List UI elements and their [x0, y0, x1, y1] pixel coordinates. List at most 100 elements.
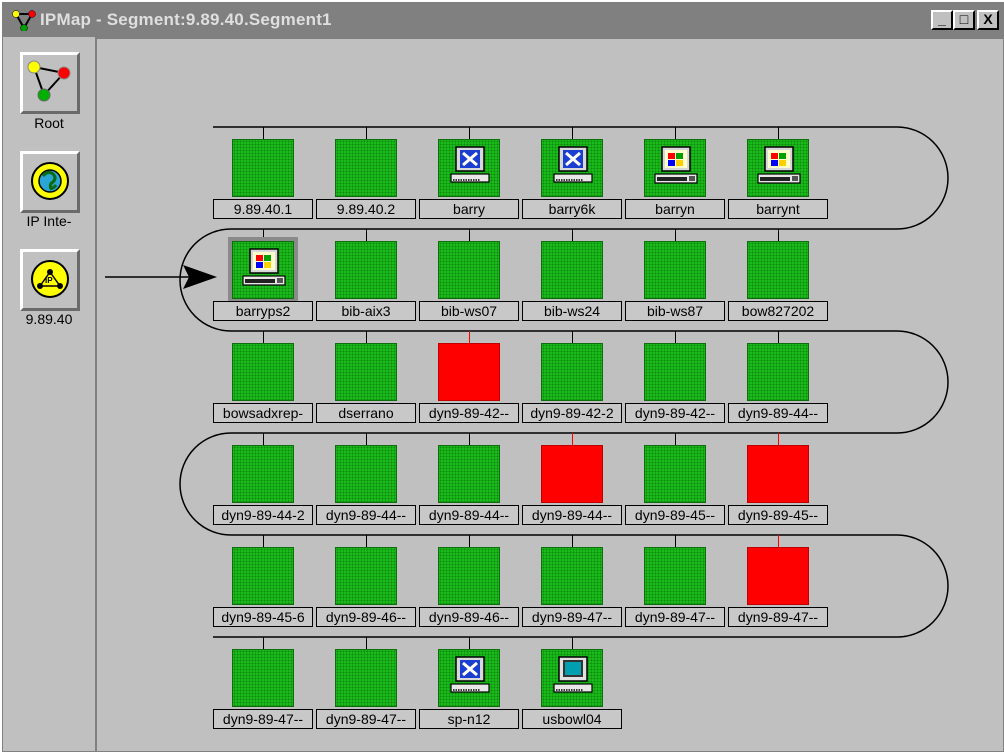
node-connector	[572, 331, 573, 343]
node-label[interactable]: dyn9-89-47--	[625, 607, 725, 627]
network-node[interactable]	[541, 445, 603, 503]
node-label[interactable]: 9.89.40.1	[213, 199, 313, 219]
root-nav-button[interactable]	[20, 52, 80, 114]
window-title: IPMap - Segment:9.89.40.Segment1	[40, 10, 332, 29]
node-label[interactable]: dyn9-89-45--	[625, 505, 725, 525]
network-node[interactable]	[438, 241, 500, 299]
node-label[interactable]: dyn9-89-42-2	[522, 403, 622, 423]
node-connector	[469, 127, 470, 139]
node-label[interactable]: dyn9-89-42--	[625, 403, 725, 423]
node-connector	[366, 535, 367, 547]
network-node[interactable]	[335, 649, 397, 707]
segment-map-canvas[interactable]: 9.89.40.1 9.89.40.2 barry barry6k barryn barr…	[95, 37, 1003, 751]
network-node[interactable]	[644, 445, 706, 503]
network-node[interactable]	[438, 445, 500, 503]
network-node[interactable]	[644, 139, 706, 197]
node-label[interactable]: dyn9-89-46--	[419, 607, 519, 627]
node-label[interactable]: dyn9-89-42--	[419, 403, 519, 423]
network-node[interactable]	[644, 547, 706, 605]
network-node[interactable]	[541, 649, 603, 707]
node-label[interactable]: dyn9-89-44--	[419, 505, 519, 525]
node-connector	[366, 229, 367, 241]
node-connector	[469, 637, 470, 649]
network-node[interactable]	[438, 343, 500, 401]
network-node[interactable]	[644, 343, 706, 401]
network-node[interactable]	[232, 343, 294, 401]
node-label[interactable]: dyn9-89-44--	[522, 505, 622, 525]
network-node[interactable]	[335, 139, 397, 197]
node-label[interactable]: dyn9-89-47--	[522, 607, 622, 627]
node-label[interactable]: dyn9-89-46--	[316, 607, 416, 627]
node-connector	[675, 229, 676, 241]
node-connector	[778, 433, 779, 445]
node-label[interactable]: 9.89.40.2	[316, 199, 416, 219]
network-node[interactable]	[438, 547, 500, 605]
network-node[interactable]	[438, 139, 500, 197]
node-connector	[263, 535, 264, 547]
network-node[interactable]	[335, 547, 397, 605]
ip-internet-nav-button[interactable]	[20, 151, 80, 213]
node-label[interactable]: dyn9-89-47--	[316, 709, 416, 729]
ip-internet-nav-label: IP Inte-	[26, 213, 72, 229]
node-connector	[263, 637, 264, 649]
network-node[interactable]	[747, 445, 809, 503]
node-connector	[469, 433, 470, 445]
ipmap-app-icon[interactable]	[11, 9, 37, 31]
node-label[interactable]: dserrano	[316, 403, 416, 423]
node-label[interactable]: usbowl04	[522, 709, 622, 729]
node-label[interactable]: dyn9-89-44-2	[213, 505, 313, 525]
segment-nav-label: 9.89.40	[25, 311, 73, 327]
network-node[interactable]	[747, 241, 809, 299]
network-node[interactable]	[644, 241, 706, 299]
node-connector	[572, 637, 573, 649]
network-node[interactable]	[541, 139, 603, 197]
node-label[interactable]: barryps2	[213, 301, 313, 321]
node-label[interactable]: bib-ws24	[522, 301, 622, 321]
node-label[interactable]: barryn	[625, 199, 725, 219]
minimize-button[interactable]: _	[931, 10, 953, 30]
network-node[interactable]	[541, 547, 603, 605]
network-node[interactable]	[541, 343, 603, 401]
node-connector	[675, 535, 676, 547]
ip-network-icon: IP	[31, 260, 69, 298]
node-connector	[572, 229, 573, 241]
node-label[interactable]: barry6k	[522, 199, 622, 219]
network-node[interactable]	[335, 241, 397, 299]
network-node[interactable]	[232, 139, 294, 197]
node-label[interactable]: dyn9-89-45-6	[213, 607, 313, 627]
node-label[interactable]: dyn9-89-44--	[728, 403, 828, 423]
node-label[interactable]: dyn9-89-45--	[728, 505, 828, 525]
node-label[interactable]: bib-ws87	[625, 301, 725, 321]
node-connector	[675, 433, 676, 445]
close-button[interactable]: X	[977, 10, 999, 30]
node-label[interactable]: sp-n12	[419, 709, 519, 729]
node-label[interactable]: bowsadxrep-	[213, 403, 313, 423]
node-label[interactable]: bib-ws07	[419, 301, 519, 321]
network-node[interactable]	[747, 139, 809, 197]
network-node[interactable]	[335, 445, 397, 503]
node-label[interactable]: dyn9-89-44--	[316, 505, 416, 525]
segment-nav-button[interactable]: IP	[20, 249, 80, 311]
network-node[interactable]	[232, 649, 294, 707]
node-label[interactable]: barrynt	[728, 199, 828, 219]
maximize-button[interactable]: □	[953, 10, 975, 30]
node-label[interactable]: dyn9-89-47--	[728, 607, 828, 627]
node-connector	[778, 127, 779, 139]
network-node[interactable]	[438, 649, 500, 707]
node-label[interactable]: bib-aix3	[316, 301, 416, 321]
network-node[interactable]	[541, 241, 603, 299]
title-bar[interactable]: IPMap - Segment:9.89.40.Segment1 _ □ X	[3, 3, 1003, 37]
network-node[interactable]	[232, 445, 294, 503]
node-connector	[572, 127, 573, 139]
network-node[interactable]	[747, 547, 809, 605]
network-node[interactable]	[228, 237, 298, 303]
network-node[interactable]	[232, 547, 294, 605]
node-label[interactable]: dyn9-89-47--	[213, 709, 313, 729]
network-node[interactable]	[335, 343, 397, 401]
network-node[interactable]	[747, 343, 809, 401]
node-connector	[572, 535, 573, 547]
node-label[interactable]: barry	[419, 199, 519, 219]
node-label[interactable]: bow827202	[728, 301, 828, 321]
node-connector	[263, 127, 264, 139]
node-connector	[366, 433, 367, 445]
